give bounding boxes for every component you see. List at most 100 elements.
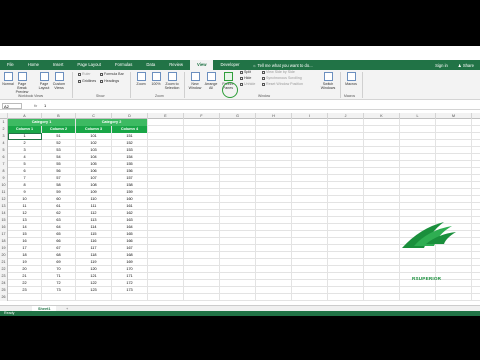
- row-header[interactable]: 6: [0, 154, 8, 161]
- grid-cell[interactable]: [364, 294, 400, 301]
- grid-cell[interactable]: [184, 259, 220, 266]
- grid-cell[interactable]: [184, 119, 220, 126]
- grid-cell[interactable]: [220, 273, 256, 280]
- synchronous-scrolling-button[interactable]: Synchronous Scrolling: [262, 76, 302, 81]
- grid-cell[interactable]: [436, 147, 472, 154]
- grid-cell[interactable]: [184, 217, 220, 224]
- table-cell[interactable]: 166: [112, 238, 148, 245]
- row-header[interactable]: 16: [0, 224, 8, 231]
- table-cell[interactable]: 22: [8, 280, 42, 287]
- grid-cell[interactable]: [400, 154, 436, 161]
- grid-cell[interactable]: [148, 196, 184, 203]
- grid-cell[interactable]: [148, 280, 184, 287]
- table-cell[interactable]: 16: [8, 238, 42, 245]
- grid-cell[interactable]: [256, 259, 292, 266]
- fx-icon[interactable]: fx: [34, 103, 37, 108]
- grid-cell[interactable]: [436, 189, 472, 196]
- grid-cell[interactable]: [400, 280, 436, 287]
- grid-cell[interactable]: [256, 189, 292, 196]
- row-header[interactable]: 2: [0, 126, 8, 133]
- grid-cell[interactable]: [436, 175, 472, 182]
- grid-cell[interactable]: [364, 147, 400, 154]
- grid-cell[interactable]: [148, 119, 184, 126]
- table-cell[interactable]: 154: [112, 154, 148, 161]
- table-cell[interactable]: 115: [76, 231, 112, 238]
- grid-cell[interactable]: [328, 133, 364, 140]
- grid-cell[interactable]: [400, 168, 436, 175]
- grid-cell[interactable]: [148, 266, 184, 273]
- grid-cell[interactable]: [292, 154, 328, 161]
- grid-cell[interactable]: [364, 287, 400, 294]
- tab-home[interactable]: Home: [21, 60, 46, 70]
- table-cell[interactable]: 67: [42, 245, 76, 252]
- table-cell[interactable]: 117: [76, 245, 112, 252]
- grid-cell[interactable]: [328, 161, 364, 168]
- grid-cell[interactable]: [328, 259, 364, 266]
- grid-cell[interactable]: [472, 238, 480, 245]
- table-cell[interactable]: 106: [76, 168, 112, 175]
- table-cell[interactable]: 114: [76, 224, 112, 231]
- grid-cell[interactable]: [292, 259, 328, 266]
- grid-cell[interactable]: [328, 182, 364, 189]
- grid-cell[interactable]: [364, 259, 400, 266]
- table-cell[interactable]: 105: [76, 161, 112, 168]
- grid-cell[interactable]: [328, 245, 364, 252]
- tab-file[interactable]: File: [0, 60, 21, 70]
- grid-cell[interactable]: [256, 196, 292, 203]
- grid-cell[interactable]: [292, 168, 328, 175]
- table-cell[interactable]: 103: [76, 147, 112, 154]
- grid-cell[interactable]: [400, 266, 436, 273]
- grid-cell[interactable]: [472, 203, 480, 210]
- grid-cell[interactable]: [292, 196, 328, 203]
- table-cell[interactable]: 155: [112, 161, 148, 168]
- grid-cell[interactable]: [364, 224, 400, 231]
- grid-cell[interactable]: [256, 119, 292, 126]
- grid-cell[interactable]: [364, 273, 400, 280]
- grid-cell[interactable]: [220, 210, 256, 217]
- grid-cell[interactable]: [256, 294, 292, 301]
- grid-cell[interactable]: [472, 210, 480, 217]
- table-cell[interactable]: 161: [112, 203, 148, 210]
- row-header[interactable]: 18: [0, 238, 8, 245]
- table-cell[interactable]: 58: [42, 182, 76, 189]
- grid-cell[interactable]: [472, 245, 480, 252]
- grid-cell[interactable]: [328, 231, 364, 238]
- grid-cell[interactable]: [148, 210, 184, 217]
- grid-cell[interactable]: [292, 224, 328, 231]
- grid-cell[interactable]: [292, 182, 328, 189]
- grid-cell[interactable]: [220, 182, 256, 189]
- grid-cell[interactable]: [472, 119, 480, 126]
- table-cell[interactable]: 10: [8, 196, 42, 203]
- grid-cell[interactable]: [220, 126, 256, 133]
- grid-cell[interactable]: [400, 189, 436, 196]
- grid-cell[interactable]: [328, 196, 364, 203]
- grid-cell[interactable]: [328, 210, 364, 217]
- grid-cell[interactable]: [328, 287, 364, 294]
- grid-cell[interactable]: [328, 217, 364, 224]
- table-cell[interactable]: 19: [8, 259, 42, 266]
- grid-cell[interactable]: [472, 294, 480, 301]
- split-button[interactable]: Split: [240, 70, 251, 75]
- grid-cell[interactable]: [436, 294, 472, 301]
- grid-cell[interactable]: [148, 133, 184, 140]
- grid-cell[interactable]: [400, 119, 436, 126]
- zoom-to-selection-button[interactable]: Zoom to Selection: [163, 72, 181, 90]
- grid-cell[interactable]: [436, 140, 472, 147]
- row-header[interactable]: 26: [0, 294, 8, 301]
- table-cell[interactable]: 7: [8, 175, 42, 182]
- grid-cell[interactable]: [472, 273, 480, 280]
- table-cell[interactable]: 11: [8, 203, 42, 210]
- row-header[interactable]: 17: [0, 231, 8, 238]
- grid-cell[interactable]: [472, 259, 480, 266]
- grid-cell[interactable]: [292, 147, 328, 154]
- table-cell[interactable]: 159: [112, 189, 148, 196]
- grid-cell[interactable]: [364, 203, 400, 210]
- grid-cell[interactable]: [292, 210, 328, 217]
- grid-cell[interactable]: [184, 238, 220, 245]
- grid-cell[interactable]: [220, 252, 256, 259]
- table-cell[interactable]: 112: [76, 210, 112, 217]
- grid-cell[interactable]: [220, 217, 256, 224]
- row-header[interactable]: 24: [0, 280, 8, 287]
- grid-cell[interactable]: [436, 161, 472, 168]
- grid-cell[interactable]: [148, 140, 184, 147]
